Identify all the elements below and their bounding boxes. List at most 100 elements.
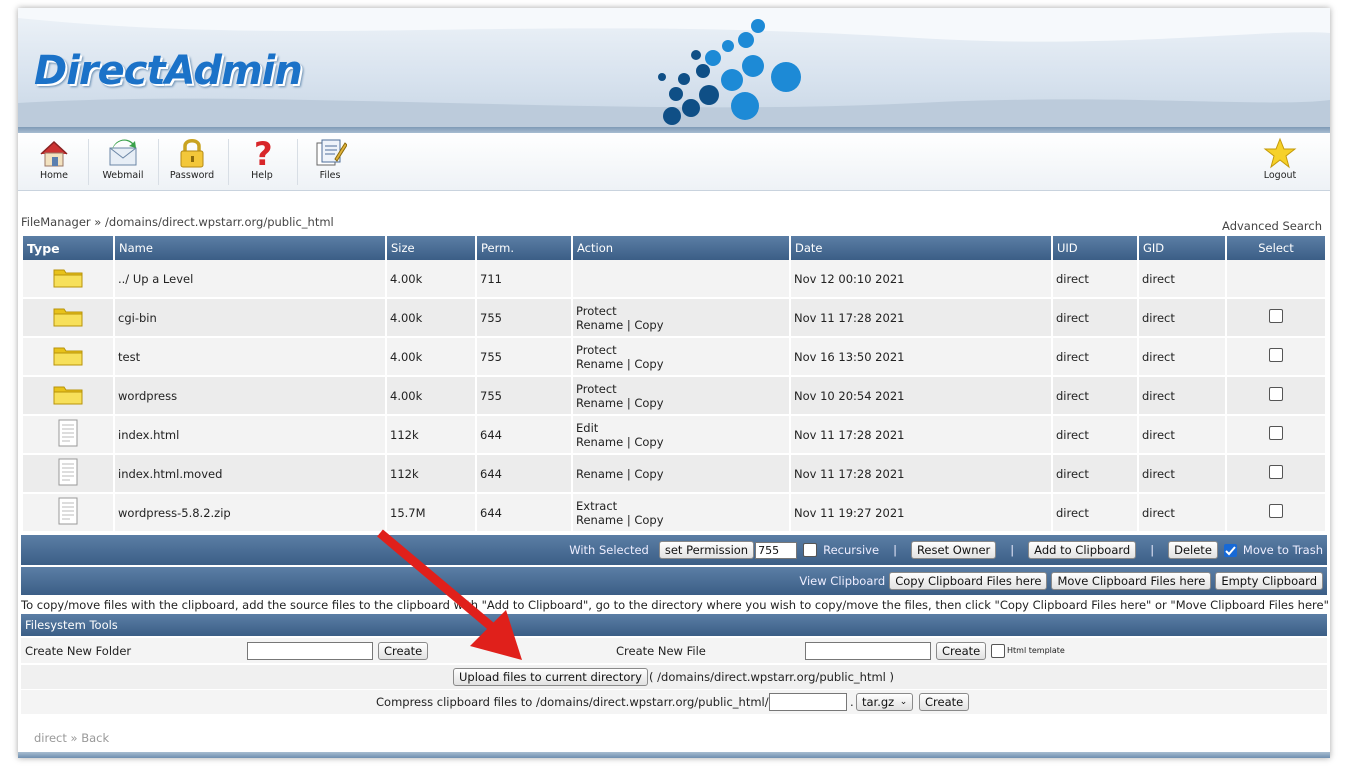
action-protect-link[interactable]: Protect: [576, 343, 617, 357]
action-copy-link[interactable]: Copy: [634, 357, 663, 371]
column-header-date[interactable]: Date: [791, 236, 1051, 260]
action-copy-link[interactable]: Copy: [634, 435, 663, 449]
cell-name[interactable]: index.html: [115, 416, 385, 455]
select-checkbox[interactable]: [1269, 387, 1283, 401]
cell-perm[interactable]: 644: [477, 416, 571, 455]
html-template-checkbox[interactable]: [991, 644, 1005, 658]
copy-clipboard-files-button[interactable]: Copy Clipboard Files here: [889, 572, 1048, 590]
compress-filename-input[interactable]: [769, 693, 847, 711]
cell-name[interactable]: ../ Up a Level: [115, 260, 385, 299]
action-rename-link[interactable]: Rename: [576, 435, 623, 449]
cell-name[interactable]: index.html.moved: [115, 455, 385, 494]
cell-select: [1227, 455, 1325, 494]
column-header-name[interactable]: Name: [115, 236, 385, 260]
cell-select: [1227, 416, 1325, 455]
compress-format-select[interactable]: tar.gz ⌄: [856, 693, 914, 711]
recursive-checkbox[interactable]: [803, 543, 818, 557]
column-header-uid[interactable]: UID: [1053, 236, 1137, 260]
column-header-perm[interactable]: Perm.: [477, 236, 571, 260]
breadcrumb-filemanager-link[interactable]: FileManager: [21, 215, 91, 229]
footer-user-link[interactable]: direct: [34, 731, 67, 745]
select-checkbox[interactable]: [1269, 426, 1283, 440]
cell-size: 4.00k: [387, 260, 475, 299]
cell-perm[interactable]: 755: [477, 377, 571, 416]
action-protect-link[interactable]: Protect: [576, 304, 617, 318]
nav-webmail[interactable]: Webmail: [89, 136, 157, 190]
new-folder-input[interactable]: [247, 642, 373, 660]
footer-back-link[interactable]: Back: [81, 731, 109, 745]
folder-icon: [53, 308, 83, 327]
action-rename-link[interactable]: Rename: [576, 318, 623, 332]
move-to-trash-checkbox[interactable]: [1223, 543, 1237, 557]
nav-help[interactable]: ? Help: [228, 136, 296, 190]
file-icon: [58, 458, 78, 486]
nav-password[interactable]: Password: [158, 136, 226, 190]
nav-logout[interactable]: Logout: [1246, 136, 1314, 190]
table-row[interactable]: wordpress 4.00k 755 Protect Rename | Copy Nov…: [23, 377, 1325, 416]
nav-home-label: Home: [39, 170, 69, 181]
select-checkbox[interactable]: [1269, 348, 1283, 362]
select-checkbox[interactable]: [1269, 309, 1283, 323]
cell-perm[interactable]: 711: [477, 260, 571, 299]
directadmin-logo[interactable]: DirectAdmin: [34, 48, 303, 94]
permission-input[interactable]: 755: [755, 541, 798, 559]
advanced-search-link[interactable]: Advanced Search: [1222, 219, 1322, 233]
view-clipboard-link[interactable]: View Clipboard: [799, 574, 885, 588]
table-row[interactable]: wordpress-5.8.2.zip 15.7M 644 Extract Rename…: [23, 494, 1325, 533]
move-clipboard-files-button[interactable]: Move Clipboard Files here: [1051, 572, 1212, 590]
empty-clipboard-button[interactable]: Empty Clipboard: [1215, 572, 1323, 590]
upload-path-label: ( /domains/direct.wpstarr.org/public_htm…: [649, 670, 895, 684]
action-copy-link[interactable]: Copy: [634, 467, 663, 481]
table-row[interactable]: ../ Up a Level 4.00k 711 Nov 12 00:10 2021 d…: [23, 260, 1325, 299]
delete-button[interactable]: Delete: [1168, 541, 1218, 559]
top-navigation: Home Webmail Password ? Help Files Logou…: [18, 133, 1330, 191]
footer-separator: »: [66, 731, 82, 745]
select-checkbox[interactable]: [1269, 504, 1283, 518]
breadcrumb-path[interactable]: /domains/direct.wpstarr.org/public_html: [105, 215, 334, 229]
column-header-size[interactable]: Size: [387, 236, 475, 260]
action-edit-link[interactable]: Edit: [576, 421, 598, 435]
cell-perm[interactable]: 644: [477, 455, 571, 494]
create-file-button[interactable]: Create: [936, 642, 987, 660]
cell-name[interactable]: cgi-bin: [115, 299, 385, 338]
table-row[interactable]: test 4.00k 755 Protect Rename | Copy Nov 16 1…: [23, 338, 1325, 377]
action-protect-link[interactable]: Protect: [576, 382, 617, 396]
add-to-clipboard-button[interactable]: Add to Clipboard: [1028, 541, 1137, 559]
create-folder-button[interactable]: Create: [378, 642, 429, 660]
cell-size: 112k: [387, 416, 475, 455]
action-copy-link[interactable]: Copy: [634, 513, 663, 527]
lock-icon: [158, 136, 226, 170]
nav-home[interactable]: Home: [20, 136, 88, 190]
column-header-gid[interactable]: GID: [1139, 236, 1225, 260]
new-file-input[interactable]: [805, 642, 931, 660]
cell-perm[interactable]: 755: [477, 299, 571, 338]
cell-name[interactable]: wordpress-5.8.2.zip: [115, 494, 385, 533]
table-row[interactable]: index.html.moved 112k 644 Rename | Copy Nov …: [23, 455, 1325, 494]
with-selected-label: With Selected: [569, 543, 649, 557]
action-copy-link[interactable]: Copy: [634, 318, 663, 332]
compress-row: Compress clipboard files to /domains/dir…: [21, 690, 1327, 714]
column-header-type[interactable]: Type: [23, 236, 113, 260]
column-header-select[interactable]: Select: [1227, 236, 1325, 260]
action-copy-link[interactable]: Copy: [634, 396, 663, 410]
cell-name[interactable]: test: [115, 338, 385, 377]
select-checkbox[interactable]: [1269, 465, 1283, 479]
action-rename-link[interactable]: Rename: [576, 396, 623, 410]
table-row[interactable]: cgi-bin 4.00k 755 Protect Rename | Copy Nov 1…: [23, 299, 1325, 338]
action-rename-link[interactable]: Rename: [576, 467, 623, 481]
set-permission-button[interactable]: set Permission: [658, 541, 755, 559]
upload-files-button[interactable]: Upload files to current directory: [453, 668, 648, 686]
cell-select: [1227, 260, 1325, 299]
cell-name[interactable]: wordpress: [115, 377, 385, 416]
cell-perm[interactable]: 755: [477, 338, 571, 377]
reset-owner-button[interactable]: Reset Owner: [910, 541, 997, 559]
cell-perm[interactable]: 644: [477, 494, 571, 533]
compress-create-button[interactable]: Create: [919, 693, 970, 711]
action-extract-link[interactable]: Extract: [576, 499, 617, 513]
action-rename-link[interactable]: Rename: [576, 513, 623, 527]
cell-uid: direct: [1053, 377, 1137, 416]
nav-files[interactable]: Files: [296, 136, 364, 190]
cell-action: [573, 260, 789, 299]
action-rename-link[interactable]: Rename: [576, 357, 623, 371]
table-row[interactable]: index.html 112k 644 Edit Rename | Copy Nov 11…: [23, 416, 1325, 455]
